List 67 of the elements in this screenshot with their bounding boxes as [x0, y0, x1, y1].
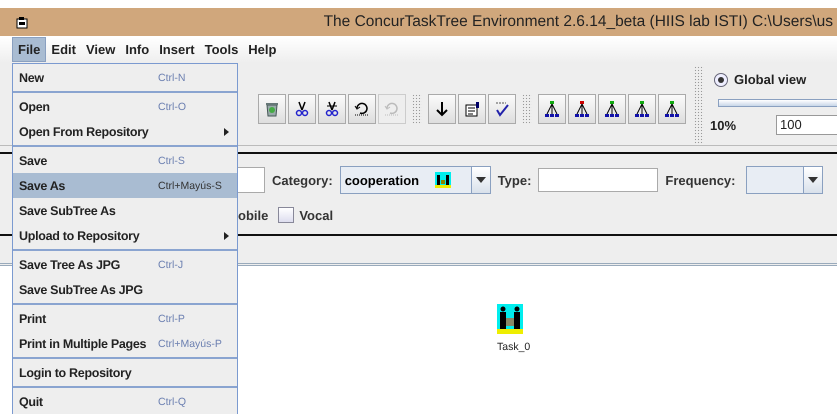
tree-icon [663, 100, 681, 118]
spellcheck-button[interactable] [488, 94, 516, 124]
cooperation-task-icon[interactable] [497, 304, 523, 334]
menu-entry[interactable]: New Ctrl-N [13, 65, 237, 90]
checkbox[interactable]: Vocal [278, 207, 334, 223]
menu-entry[interactable]: Save As Ctrl+Mayús-S [13, 173, 237, 198]
toolbar-grip[interactable] [694, 66, 704, 144]
window-title: The ConcurTaskTree Environment 2.6.14_beta (HIIS lab ISTI) C:\Users\us [324, 13, 833, 31]
document-icon [463, 100, 481, 118]
checkbox-label: obile [238, 208, 268, 222]
category-dropdown[interactable]: cooperation [340, 166, 491, 194]
insert-level-button[interactable] [628, 94, 656, 124]
type-field[interactable] [538, 168, 658, 192]
category-label: Category: [272, 172, 333, 188]
tree-icon [573, 100, 591, 118]
move-down-button[interactable] [428, 94, 456, 124]
dropdown-arrow-icon[interactable] [476, 177, 486, 183]
redo-icon [383, 100, 401, 118]
menu-item[interactable]: View [80, 38, 120, 60]
toolbar-grip[interactable] [522, 94, 532, 124]
cut-subtree-button[interactable] [318, 94, 346, 124]
scissors-icon [293, 100, 311, 118]
people-icon [434, 172, 451, 188]
submenu-arrow-icon [224, 128, 229, 136]
layout-button[interactable] [658, 94, 686, 124]
zoom-min-label: 10% [710, 118, 738, 132]
menu-entry[interactable]: Save SubTree As [13, 198, 237, 223]
menu-entry[interactable]: Save SubTree As JPG [13, 277, 237, 302]
menu-entry[interactable]: Save Ctrl-S [13, 148, 237, 173]
menu-entry[interactable]: Quit Ctrl-Q [13, 389, 237, 414]
menu-entry[interactable]: Upload to Repository [13, 223, 237, 248]
menu-item[interactable]: Insert [154, 38, 200, 60]
zoom-slider[interactable] [718, 99, 837, 107]
delete-button[interactable] [258, 94, 286, 124]
tree-icon [603, 100, 621, 118]
frequency-label: Frequency: [665, 172, 736, 188]
zoom-field[interactable]: 100 [776, 115, 837, 135]
menu-entry[interactable]: Open From Repository [13, 119, 237, 144]
undo-icon [353, 100, 371, 118]
scissors-icon [323, 100, 341, 118]
menu-item[interactable]: Edit [46, 38, 81, 60]
properties-button[interactable] [458, 94, 486, 124]
menu-entry[interactable]: Save Tree As JPG Ctrl-J [13, 252, 237, 277]
add-child-button[interactable] [568, 94, 596, 124]
menu-item[interactable]: Info [120, 38, 154, 60]
menu-entry[interactable]: Open Ctrl-O [13, 94, 237, 119]
task-label: Task_0 [497, 341, 530, 353]
tree-button[interactable] [538, 94, 566, 124]
tree-icon [633, 100, 651, 118]
toolbar-grip[interactable] [412, 94, 422, 124]
tree-icon [543, 100, 561, 118]
dropdown-arrow-icon[interactable] [808, 177, 818, 183]
menu-item[interactable]: Help [243, 38, 282, 60]
cut-button[interactable] [288, 94, 316, 124]
text-field[interactable] [238, 167, 265, 193]
menu-entry[interactable]: Login to Repository [13, 360, 237, 385]
undo-button[interactable] [348, 94, 376, 124]
global-view-radio[interactable]: Global view [710, 72, 837, 87]
menu-entry[interactable]: Print in Multiple Pages Ctrl+Mayús-P [13, 331, 237, 356]
checkmark-icon [493, 100, 511, 118]
menu-item[interactable]: File [12, 36, 46, 62]
type-label: Type: [498, 172, 532, 188]
submenu-arrow-icon [224, 232, 229, 240]
remove-child-button[interactable] [598, 94, 626, 124]
app-icon [16, 16, 28, 28]
menu-entry[interactable]: Print Ctrl-P [13, 306, 237, 331]
menu-item[interactable]: Tools [200, 38, 244, 60]
